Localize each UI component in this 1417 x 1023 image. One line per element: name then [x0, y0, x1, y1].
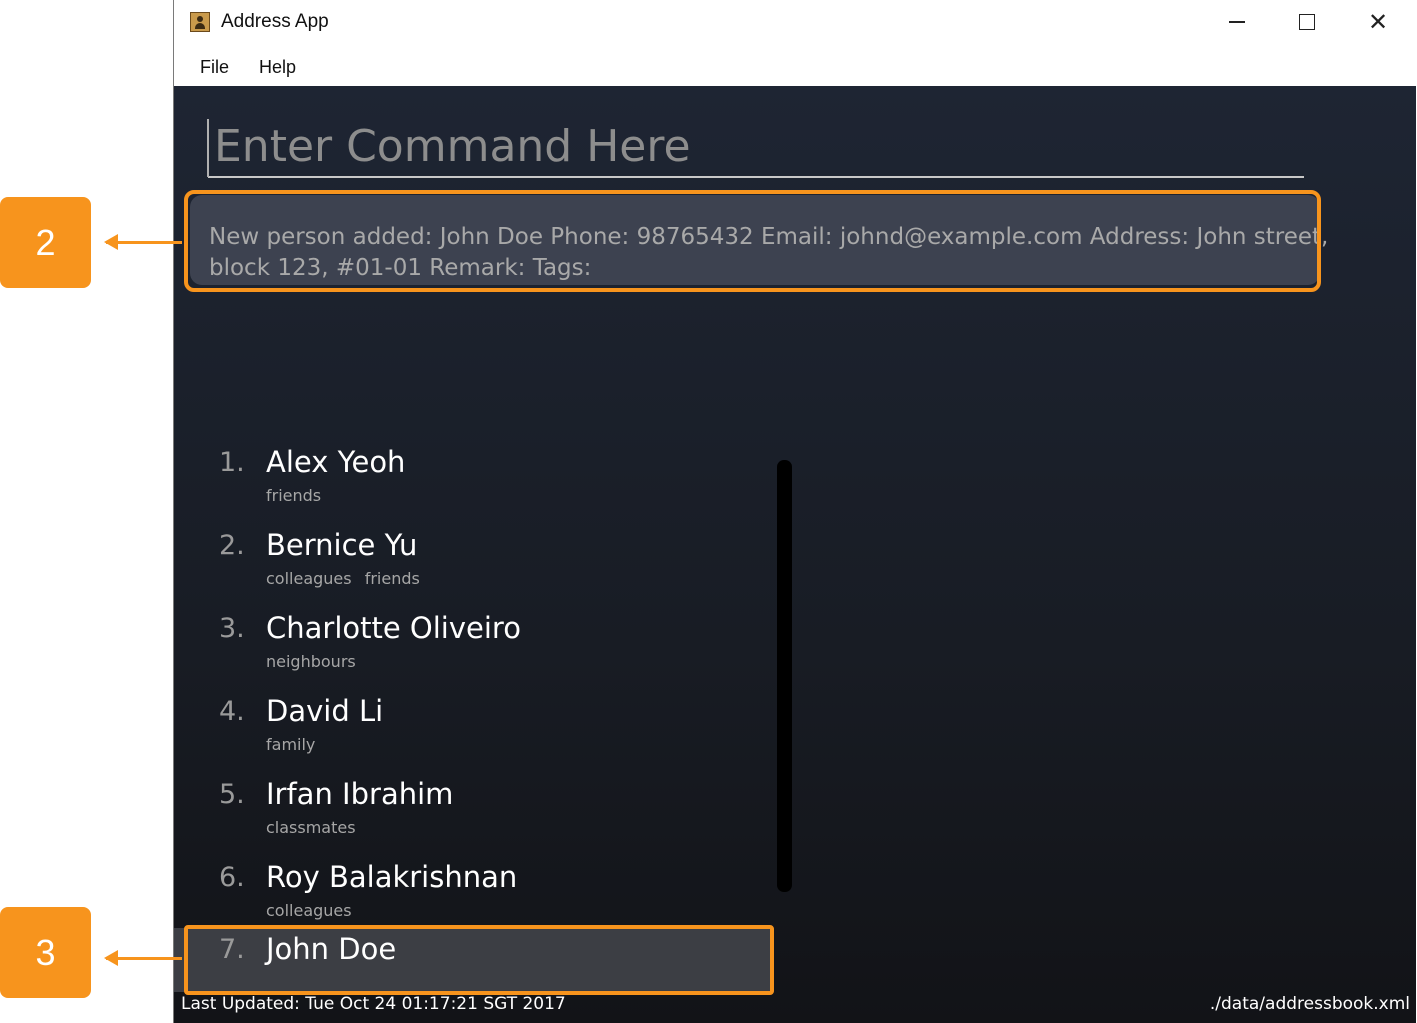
title-bar[interactable]: Address App ✕ [174, 0, 1417, 46]
tag-label: family [266, 735, 316, 754]
person-name: Irfan Ibrahim [266, 777, 454, 811]
person-index: 4. [219, 696, 245, 727]
menu-file[interactable]: File [200, 57, 229, 78]
person-index: 6. [219, 862, 245, 893]
highlight-result-box [184, 190, 1321, 292]
app-window: Address App ✕ File Help New person added… [173, 0, 1417, 1023]
maximize-icon [1299, 14, 1315, 30]
person-name: David Li [266, 694, 384, 728]
person-index: 3. [219, 613, 245, 644]
person-tags: colleagues friends [266, 569, 428, 588]
person-index: 1. [219, 447, 245, 478]
menu-help[interactable]: Help [259, 57, 296, 78]
person-card[interactable]: 5. Irfan Ibrahim classmates [174, 773, 774, 856]
person-name: Bernice Yu [266, 528, 418, 562]
minimize-button[interactable] [1214, 4, 1260, 40]
callout-badge-2: 2 [0, 197, 91, 288]
person-name: Roy Balakrishnan [266, 860, 518, 894]
address-book-icon [190, 12, 210, 32]
callout-arrow-3 [104, 950, 182, 966]
tag-label: friends [266, 486, 322, 505]
command-input[interactable] [208, 116, 1304, 178]
person-tags: classmates [266, 818, 364, 837]
person-card[interactable]: 1. Alex Yeoh friends [174, 441, 774, 524]
person-card[interactable]: 3. Charlotte Oliveiro neighbours [174, 607, 774, 690]
close-button[interactable]: ✕ [1355, 4, 1401, 40]
text-caret [207, 119, 209, 177]
person-name: Charlotte Oliveiro [266, 611, 521, 645]
maximize-button[interactable] [1284, 4, 1330, 40]
callout-badge-3: 3 [0, 907, 91, 998]
callout-arrow-2 [104, 234, 182, 250]
person-card[interactable]: 2. Bernice Yu colleagues friends [174, 524, 774, 607]
window-title: Address App [221, 11, 329, 32]
status-last-updated: Last Updated: Tue Oct 24 01:17:21 SGT 20… [181, 994, 566, 1014]
person-tags: colleagues [266, 901, 360, 920]
person-tags: family [266, 735, 323, 754]
tag-label: classmates [266, 818, 356, 837]
person-card[interactable]: 4. David Li family [174, 690, 774, 773]
tag-label: colleagues [266, 901, 352, 920]
tag-label: neighbours [266, 652, 356, 671]
highlight-new-person [184, 925, 774, 995]
person-tags: neighbours [266, 652, 364, 671]
person-name: Alex Yeoh [266, 445, 406, 479]
menu-bar: File Help [174, 46, 1417, 86]
person-index: 2. [219, 530, 245, 561]
person-index: 5. [219, 779, 245, 810]
person-tags: friends [266, 486, 329, 505]
list-scrollbar[interactable] [777, 460, 792, 892]
tag-label: friends [364, 569, 420, 588]
status-file-path: ./data/addressbook.xml [1209, 994, 1410, 1014]
minimize-icon [1229, 21, 1245, 23]
tag-label: colleagues [266, 569, 352, 588]
